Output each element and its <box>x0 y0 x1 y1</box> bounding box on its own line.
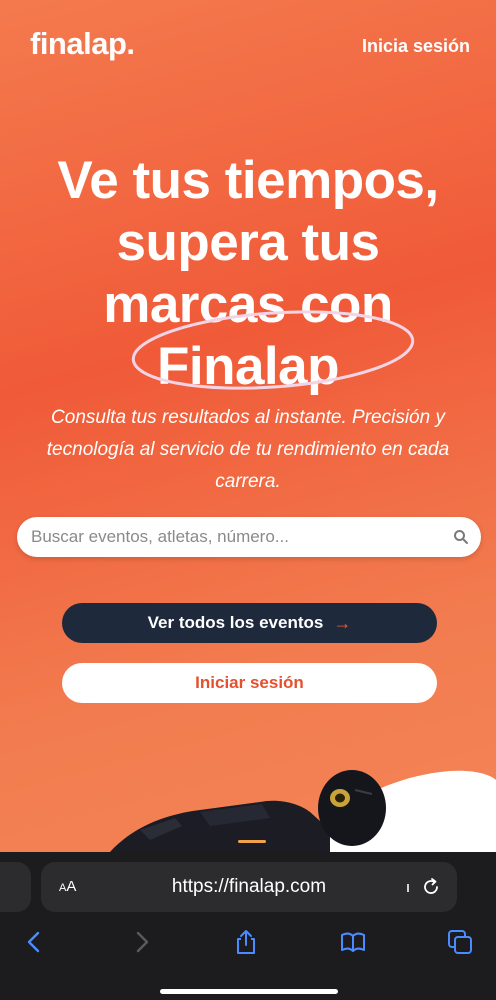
hero-title-line-1: Ve tus tiempos, <box>57 151 439 210</box>
search-icon[interactable] <box>453 529 469 545</box>
tabs-icon[interactable] <box>446 928 474 956</box>
url-text[interactable]: https://finalap.com <box>41 876 457 898</box>
hero-title-line-4: Finalap <box>0 336 496 398</box>
login-button[interactable]: Iniciar sesión <box>62 663 437 703</box>
bookmarks-icon[interactable] <box>339 928 367 956</box>
hero-title-line-3: marcas con <box>103 275 393 334</box>
arrow-right-icon: → <box>333 612 352 633</box>
finalap-logo[interactable]: finalap. <box>30 26 135 62</box>
browser-chrome: AA https://finalap.com <box>0 852 496 1000</box>
login-link[interactable]: Inicia sesión <box>362 36 470 57</box>
previous-tab-stub[interactable] <box>0 862 31 912</box>
share-icon[interactable] <box>232 928 260 956</box>
search-input[interactable] <box>31 517 451 557</box>
search-bar[interactable] <box>17 517 481 557</box>
reload-icon[interactable] <box>421 877 441 897</box>
robot-illustration <box>110 770 496 852</box>
hero-brand-word: Finalap <box>156 337 340 396</box>
hero-title: Ve tus tiempos, supera tus marcas con Fi… <box>0 150 496 398</box>
hero-subtitle: Consulta tus resultados al instante. Pre… <box>46 407 450 492</box>
view-all-events-label: Ver todos los eventos <box>147 613 324 632</box>
forward-icon[interactable] <box>128 928 156 956</box>
hero-title-line-2: supera tus <box>116 213 380 272</box>
url-separator <box>407 884 409 892</box>
home-indicator[interactable] <box>160 989 338 994</box>
address-bar[interactable]: AA https://finalap.com <box>41 862 457 912</box>
view-all-events-button[interactable]: Ver todos los eventos → <box>62 603 437 643</box>
back-icon[interactable] <box>20 928 48 956</box>
web-page: finalap. Inicia sesión Ve tus tiempos, s… <box>0 0 496 852</box>
